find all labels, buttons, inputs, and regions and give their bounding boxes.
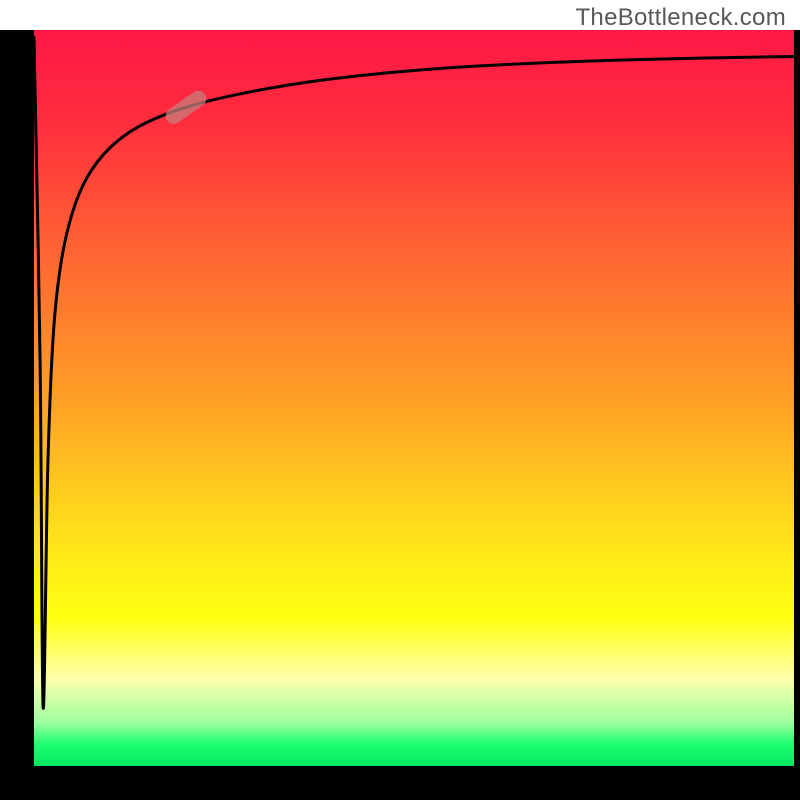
bottleneck-chart [0, 0, 800, 800]
attribution-text: TheBottleneck.com [575, 4, 786, 32]
frame-right [794, 30, 800, 766]
axis-left [0, 30, 34, 800]
axis-bottom [0, 766, 800, 800]
plot-background [34, 30, 794, 766]
chart-container: TheBottleneck.com [0, 0, 800, 800]
